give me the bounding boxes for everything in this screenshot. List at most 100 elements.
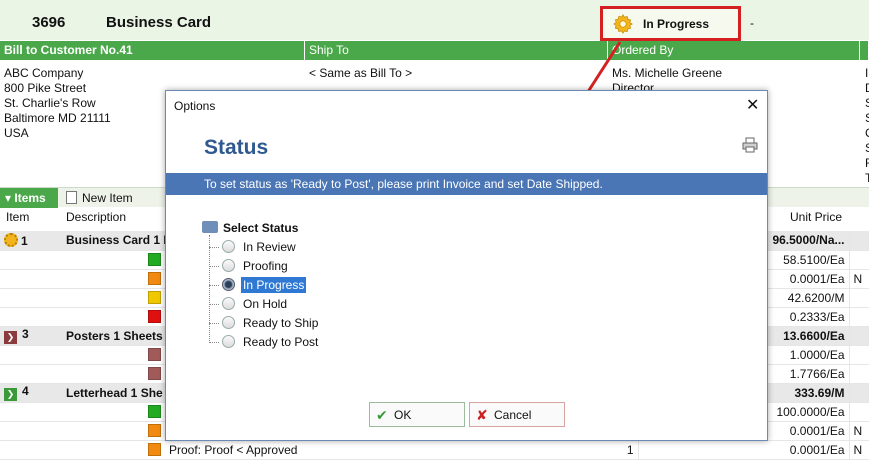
address-line: ABC Company: [4, 66, 84, 80]
extra-cell: [848, 383, 869, 403]
right-col-char: S: [865, 96, 869, 111]
radio-icon[interactable]: [222, 335, 235, 348]
ok-label: OK: [394, 408, 412, 422]
item-cell: [0, 269, 62, 289]
item-cell: [0, 288, 62, 308]
check-icon: ✔: [376, 407, 388, 423]
item-cell: ❯ 3: [0, 326, 62, 346]
extra-cell: [848, 231, 869, 251]
table-row[interactable]: Proof: Proof < Approved 1 0.0001/Ea N: [0, 440, 869, 460]
job-number: 3696: [32, 14, 66, 31]
cancel-label: Cancel: [494, 408, 532, 422]
bill-to-header: Bill to Customer No.41: [0, 41, 305, 60]
address-line: Baltimore MD 21111: [4, 111, 111, 125]
unit-price-text: 42.6200/M: [787, 290, 845, 305]
new-item-button[interactable]: New Item: [66, 191, 133, 205]
status-button[interactable]: In Progress: [600, 6, 741, 41]
unit-price-text: 0.0001/Ea: [789, 442, 845, 457]
col-header-item[interactable]: Item: [6, 210, 29, 230]
unit-price-text: 0.0001/Ea: [789, 271, 845, 286]
col-header-description[interactable]: Description: [66, 210, 126, 230]
radio-icon[interactable]: [222, 259, 235, 272]
radio-icon[interactable]: [222, 316, 235, 329]
collapse-icon: ▾: [5, 191, 15, 205]
category-color-swatch: [148, 423, 161, 437]
extra-cell: [848, 364, 869, 384]
cancel-button[interactable]: ✘ Cancel: [469, 402, 565, 427]
right-col-char: I: [865, 66, 869, 80]
play-icon: ❯: [4, 388, 17, 401]
unit-price-text: 13.6600/Ea: [783, 328, 845, 343]
right-col-char: D: [865, 81, 869, 96]
status-option-in-review[interactable]: In Review: [209, 240, 298, 254]
extra-text: N: [853, 271, 863, 286]
extra-cell: N: [848, 269, 869, 289]
close-icon[interactable]: ✕: [746, 95, 759, 115]
option-label: Proofing: [243, 259, 288, 273]
category-color-swatch: [148, 347, 161, 361]
right-col-char: S: [865, 141, 869, 156]
folder-icon: [202, 221, 218, 233]
status-option-in-progress[interactable]: In Progress: [209, 277, 307, 293]
unit-price-text: 1.0000/Ea: [789, 347, 845, 362]
description-text: Posters 1 Sheets: [66, 328, 163, 343]
category-color-swatch: [148, 271, 161, 285]
right-col-char: C: [865, 126, 869, 141]
unit-price-text: 333.69/M: [794, 385, 845, 400]
description-text: Letterhead 1 She: [66, 385, 163, 400]
radio-selected-icon[interactable]: [222, 278, 235, 291]
status-option-proofing[interactable]: Proofing: [209, 259, 290, 273]
description-text: Proof: Proof < Approved: [169, 442, 298, 457]
extra-header: [860, 41, 869, 60]
unit-price-text: 58.5100/Ea: [783, 252, 845, 267]
radio-icon[interactable]: [222, 240, 235, 253]
gear-icon: [4, 232, 18, 247]
address-line: USA: [4, 126, 29, 140]
items-tab-label: Items: [14, 191, 46, 205]
items-tab[interactable]: ▾ Items: [0, 188, 58, 208]
item-number: 3: [22, 327, 29, 341]
x-icon: ✘: [476, 407, 488, 423]
status-option-ready-to-post[interactable]: Ready to Post: [209, 335, 320, 349]
gear-icon: [613, 14, 633, 34]
item-cell: [0, 250, 62, 270]
ordered-by-header: Ordered By: [608, 41, 860, 60]
extra-cell: N: [848, 440, 869, 460]
ship-to-header: Ship To: [305, 41, 608, 60]
bill-to-address: ABC Company 800 Pike Street St. Charlie'…: [4, 66, 111, 141]
extra-cell: [848, 288, 869, 308]
tree-connector: [209, 235, 210, 343]
extra-cell: [848, 402, 869, 422]
info-banner: To set status as 'Ready to Post', please…: [166, 173, 767, 195]
category-color-swatch: [148, 290, 161, 304]
tree-root[interactable]: Select Status: [202, 221, 298, 235]
unit-price-text: 0.2333/Ea: [789, 309, 845, 324]
qty-text: 1: [626, 442, 634, 457]
extra-cell: [848, 326, 869, 346]
right-col-char: S: [865, 111, 869, 126]
item-cell: [0, 364, 62, 384]
status-option-ready-to-ship[interactable]: Ready to Ship: [209, 316, 320, 330]
item-cell: ❯ 4: [0, 383, 62, 403]
category-color-swatch: [148, 366, 161, 380]
radio-icon[interactable]: [222, 297, 235, 310]
right-col-char: T: [865, 171, 869, 185]
category-color-swatch: [148, 309, 161, 323]
address-line: 800 Pike Street: [4, 81, 87, 95]
unit-price-text: 100.0000/Ea: [776, 404, 845, 419]
dialog-title: Options: [174, 99, 216, 113]
item-cell: [0, 307, 62, 327]
extra-cell: [848, 307, 869, 327]
extra-cell: N: [848, 421, 869, 441]
item-cell: 1: [0, 231, 62, 251]
option-label: Ready to Post: [243, 335, 319, 349]
item-cell: [0, 402, 62, 422]
col-header-unit-price[interactable]: Unit Price: [790, 210, 842, 230]
ok-button[interactable]: ✔ OK: [369, 402, 465, 427]
document-icon: [66, 191, 77, 204]
unit-price-text: 0.0001/Ea: [789, 423, 845, 438]
printer-icon[interactable]: [742, 137, 758, 153]
job-header: 3696 Business Card In Progress -: [0, 0, 869, 41]
category-color-swatch: [148, 442, 161, 456]
status-option-on-hold[interactable]: On Hold: [209, 297, 289, 311]
